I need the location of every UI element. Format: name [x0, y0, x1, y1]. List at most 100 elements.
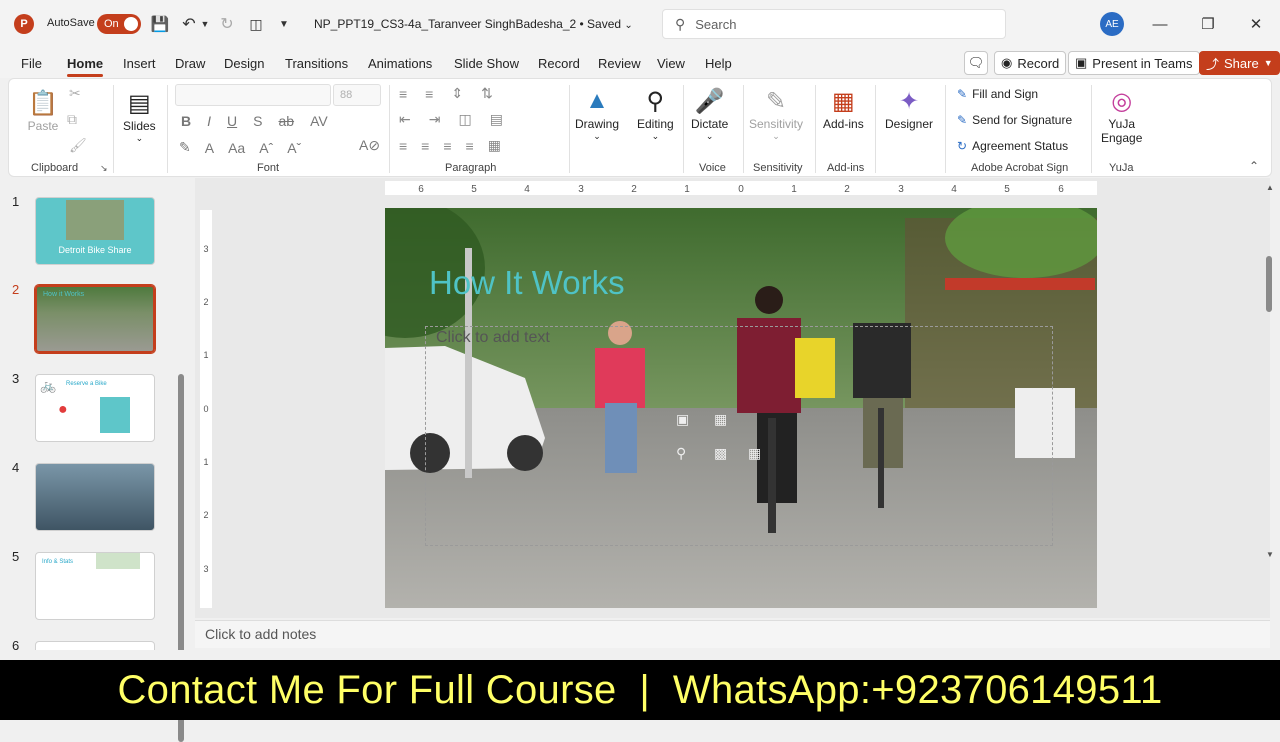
decrease-indent-icon[interactable]: ⇤	[399, 111, 411, 128]
dictate-button[interactable]: 🎤 Dictate ⌄	[691, 85, 728, 142]
insert-table-icon[interactable]: ▦	[748, 445, 761, 462]
tab-design[interactable]: Design	[224, 56, 264, 71]
format-painter-icon[interactable]: 🖌	[69, 137, 87, 154]
numbering-icon[interactable]: ≡	[425, 86, 433, 102]
restore-icon[interactable]: ❐	[1196, 12, 1220, 36]
italic-icon[interactable]: I	[207, 113, 211, 129]
clear-formatting-icon[interactable]: A⊘	[359, 137, 380, 154]
increase-indent-icon[interactable]: ⇥	[429, 111, 441, 128]
justify-icon[interactable]: ≡	[466, 138, 474, 154]
document-title[interactable]: NP_PPT19_CS3-4a_Taranveer SinghBadesha_2…	[314, 17, 633, 31]
slides-button[interactable]: ▤ Slides ⌄	[123, 87, 156, 144]
font-color-icon[interactable]: A	[205, 140, 214, 156]
slide-thumbnail-3[interactable]: 🚲 Reserve a Bike ●	[35, 374, 155, 442]
undo-dropdown-icon[interactable]: ▼	[200, 14, 210, 34]
close-icon[interactable]: ✕	[1244, 12, 1268, 36]
save-icon[interactable]: 💾	[150, 14, 170, 34]
shadow-icon[interactable]: S	[253, 113, 262, 129]
group-label-add-ins: Add-ins	[827, 162, 865, 174]
svg-text:2: 2	[631, 184, 637, 195]
tab-slide-show[interactable]: Slide Show	[454, 56, 519, 71]
share-button[interactable]: ⤴ Share ▼	[1199, 51, 1280, 75]
autosave-state: On	[104, 18, 119, 30]
add-ins-button[interactable]: ▦ Add-ins	[823, 85, 864, 132]
tab-insert[interactable]: Insert	[123, 56, 156, 71]
tab-home[interactable]: Home	[67, 56, 104, 77]
insert-picture-icon[interactable]: ▦	[714, 411, 727, 428]
svg-text:3: 3	[898, 184, 904, 195]
present-icon[interactable]: ◫	[246, 14, 266, 34]
agreement-status-button[interactable]: ↻ Agreement Status	[957, 139, 1068, 153]
svg-text:1: 1	[203, 350, 208, 360]
character-spacing-icon[interactable]: AV	[310, 113, 328, 129]
sensitivity-button[interactable]: ✎ Sensitivity ⌄	[749, 85, 803, 142]
slide-thumbnail-1[interactable]: Detroit Bike Share	[35, 197, 155, 265]
tab-animations[interactable]: Animations	[368, 56, 432, 71]
autosave-toggle[interactable]: On	[97, 14, 141, 34]
paste-button[interactable]: 📋 Paste	[27, 87, 59, 134]
notes-pane[interactable]: Click to add notes	[195, 620, 1270, 648]
clipboard-launcher-icon[interactable]: ↘	[100, 163, 108, 174]
smartart-icon[interactable]: ▦	[488, 137, 501, 154]
grow-font-icon[interactable]: Aˆ	[259, 140, 273, 156]
tab-transitions[interactable]: Transitions	[285, 56, 348, 71]
tab-draw[interactable]: Draw	[175, 56, 205, 71]
collapse-ribbon-icon[interactable]: ⌃	[1249, 159, 1259, 173]
tab-view[interactable]: View	[657, 56, 685, 71]
yuja-engage-button[interactable]: ◎ YuJa Engage	[1101, 85, 1142, 146]
slides-icon: ▤	[128, 89, 151, 117]
search-input[interactable]: ⚲ Search	[662, 9, 1006, 39]
bullets-icon[interactable]: ≡	[399, 86, 407, 102]
scroll-down-icon[interactable]: ▼	[1266, 550, 1274, 559]
slide-canvas[interactable]: How It Works Click to add text ▣ ▦ ⚲ ▩ ▦	[385, 208, 1097, 608]
drawing-button[interactable]: ▲ Drawing ⌄	[575, 85, 619, 142]
insert-video-icon[interactable]: ▩	[714, 445, 727, 462]
cut-icon[interactable]: ✂	[69, 85, 81, 102]
align-right-icon[interactable]: ≡	[443, 138, 451, 154]
underline-icon[interactable]: U	[227, 113, 237, 129]
slide-title[interactable]: How It Works	[429, 264, 625, 302]
strikethrough-icon[interactable]: ab	[278, 113, 294, 129]
minimize-icon[interactable]: —	[1148, 12, 1172, 36]
slide-thumbnail-4[interactable]	[35, 463, 155, 531]
align-center-icon[interactable]: ≡	[421, 138, 429, 154]
content-placeholder[interactable]: Click to add text ▣ ▦ ⚲ ▩ ▦	[425, 326, 1053, 546]
slide-number: 4	[12, 460, 20, 475]
editor-scrollbar[interactable]	[1266, 256, 1272, 312]
font-name-select[interactable]	[175, 84, 331, 106]
insert-3d-model-icon[interactable]: ▣	[676, 411, 689, 428]
fill-and-sign-button[interactable]: ✎ Fill and Sign	[957, 87, 1038, 101]
redo-icon[interactable]: ↻	[216, 14, 238, 34]
line-spacing-icon[interactable]: ⇕	[451, 85, 463, 102]
send-for-signature-button[interactable]: ✎ Send for Signature	[957, 113, 1072, 127]
tab-help[interactable]: Help	[705, 56, 732, 71]
font-size-select[interactable]: 88	[333, 84, 381, 106]
undo-icon[interactable]: ↶	[178, 14, 200, 34]
columns-icon[interactable]: ◫	[458, 111, 471, 128]
autosave-label: AutoSave	[47, 17, 95, 29]
slide-thumbnail-2[interactable]: How it Works	[35, 285, 155, 353]
scroll-up-icon[interactable]: ▲	[1266, 183, 1274, 192]
slide-thumbnail-5[interactable]: Info & Stats	[35, 552, 155, 620]
copy-icon[interactable]: ⧉	[67, 111, 77, 128]
editing-button[interactable]: ⚲ Editing ⌄	[637, 85, 674, 142]
insert-online-picture-icon[interactable]: ⚲	[676, 445, 686, 462]
customize-toolbar-icon[interactable]: ▼	[276, 14, 292, 34]
text-direction-icon[interactable]: ⇅	[481, 85, 493, 102]
change-case-icon[interactable]: Aa	[228, 140, 245, 156]
bold-icon[interactable]: B	[181, 113, 191, 129]
align-text-icon[interactable]: ▤	[490, 111, 503, 128]
present-in-teams-button[interactable]: ▣ Present in Teams	[1068, 51, 1200, 75]
comments-icon[interactable]: 🗨	[964, 51, 988, 75]
highlight-icon[interactable]: ✎	[179, 139, 191, 156]
avatar[interactable]: AE	[1100, 12, 1124, 36]
shrink-font-icon[interactable]: Aˇ	[287, 140, 301, 156]
tab-review[interactable]: Review	[598, 56, 641, 71]
designer-button[interactable]: ✦ Designer	[885, 85, 933, 132]
agreement-status-icon: ↻	[957, 139, 968, 153]
tab-file[interactable]: File	[21, 56, 42, 71]
slide-number: 3	[12, 371, 20, 386]
record-button[interactable]: ◉ Record	[994, 51, 1067, 75]
tab-record[interactable]: Record	[538, 56, 580, 71]
align-left-icon[interactable]: ≡	[399, 138, 407, 154]
